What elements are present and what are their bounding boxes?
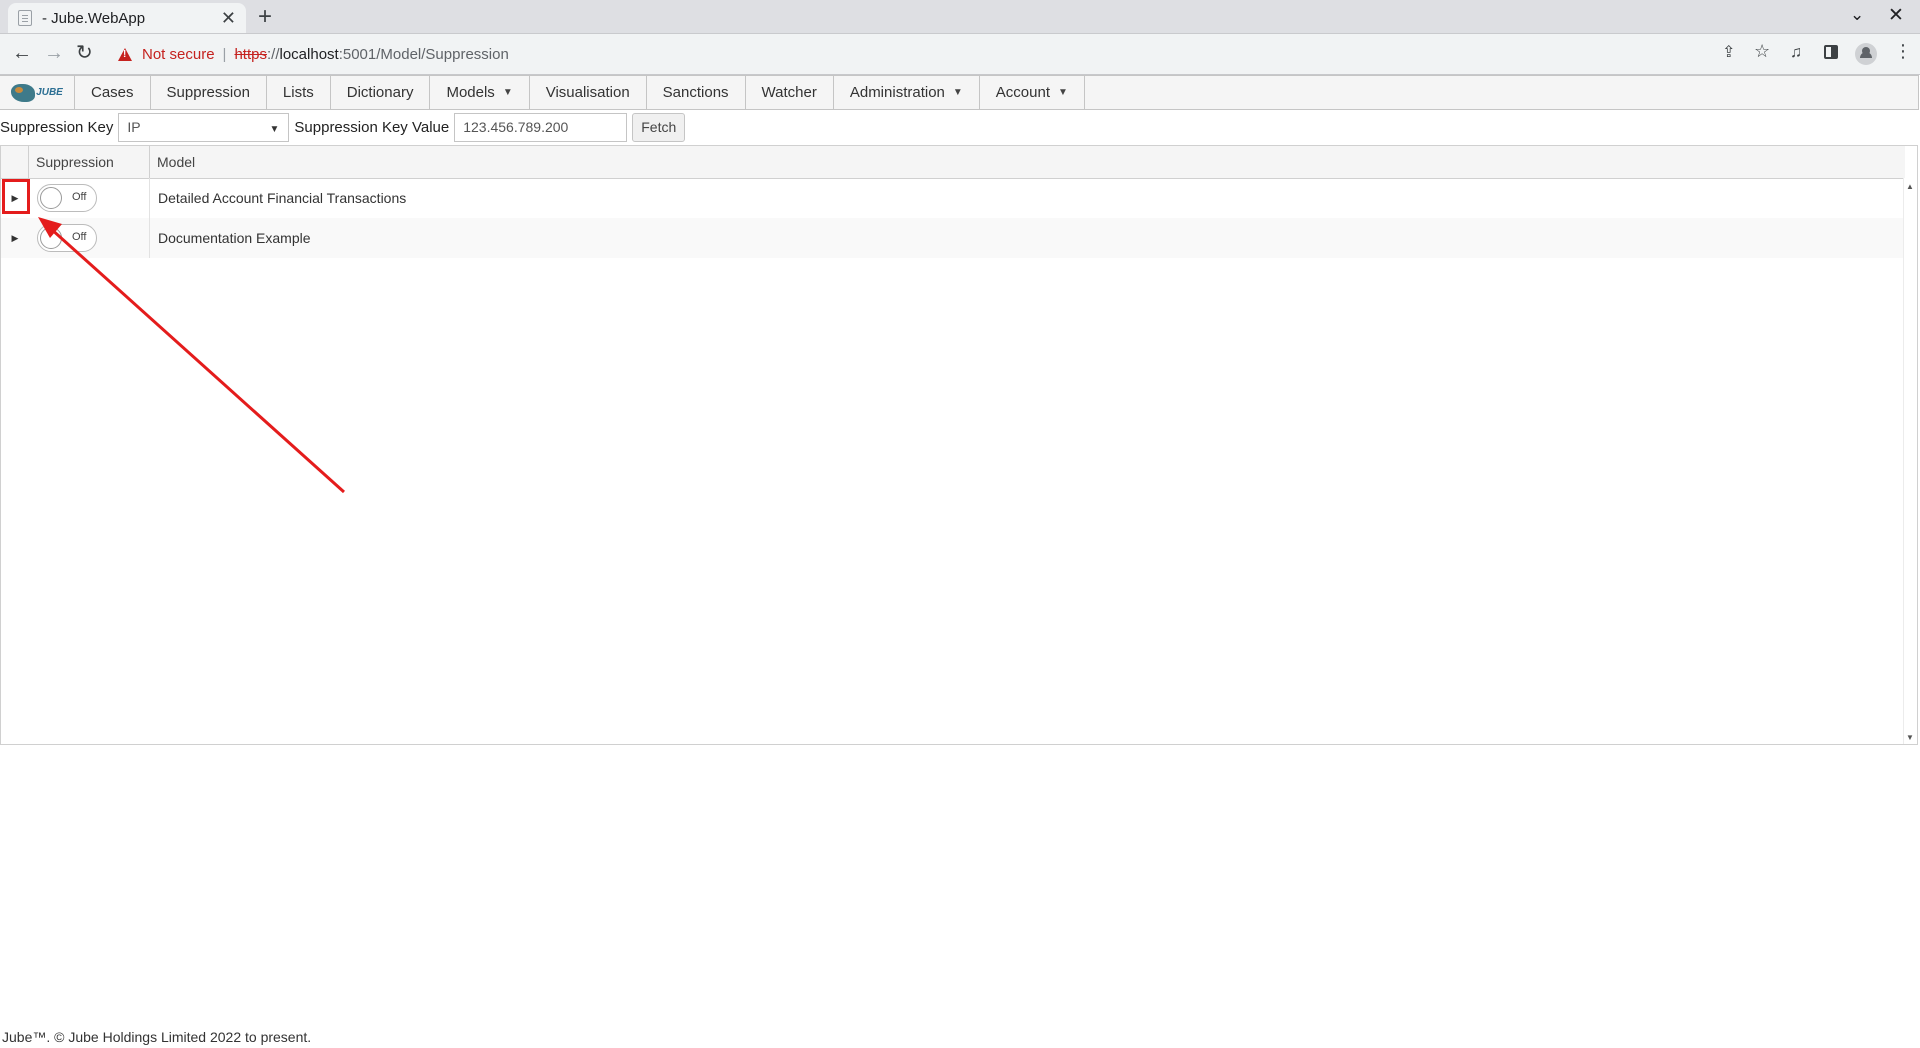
toggle-knob (40, 187, 62, 209)
menu-item-label: Administration (849, 84, 945, 101)
address-separator: | (222, 45, 227, 63)
menu-item-label: Watcher (761, 84, 817, 101)
share-icon[interactable]: ⇪ (1722, 44, 1735, 62)
menu-item-cases[interactable]: Cases (75, 76, 151, 109)
model-cell: Detailed Account Financial Transactions (158, 190, 407, 206)
column-header-model[interactable]: Model (150, 146, 1905, 178)
browser-tab-strip: - Jube.WebApp ✕ + ⌄ ✕ (0, 0, 1920, 34)
browser-tab[interactable]: - Jube.WebApp ✕ (8, 3, 246, 33)
back-arrow-icon[interactable]: ← (12, 42, 32, 64)
menu-item-label: Sanctions (662, 84, 729, 101)
annotation-highlight-box (2, 179, 30, 214)
menu-item-visualisation[interactable]: Visualisation (530, 76, 647, 109)
menu-item-label: Account (995, 84, 1050, 101)
menu-item-label: Lists (282, 84, 314, 101)
menu-item-models[interactable]: Models ▼ (430, 76, 530, 109)
toggle-knob (40, 227, 62, 249)
app-menu-bar: JUBE Cases Suppression Lists Dictionary Mode… (0, 75, 1919, 110)
logo-icon (11, 83, 36, 102)
scroll-down-icon[interactable]: ▼ (1906, 733, 1914, 742)
menu-item-suppression[interactable]: Suppression (151, 76, 267, 109)
bookmark-star-icon[interactable]: ☆ (1754, 42, 1770, 60)
suppression-grid: Suppression Model ▶ Off Detailed Account… (0, 145, 1918, 745)
menu-item-label: Dictionary (346, 84, 414, 101)
dropdown-caret-icon: ▼ (952, 87, 963, 98)
url-scheme: https (234, 45, 267, 63)
logo-text: JUBE (36, 87, 63, 98)
url-path: :5001/Model/Suppression (338, 45, 509, 63)
menu-item-label: Models (446, 84, 495, 101)
menu-item-label: Suppression (166, 84, 250, 101)
page-icon (18, 10, 32, 26)
security-status[interactable]: Not secure (142, 46, 215, 63)
expander-column-header (1, 146, 29, 178)
suppression-cell: Off (29, 178, 150, 218)
url-host: localhost (279, 45, 339, 63)
suppression-toggle[interactable]: Off (37, 184, 97, 212)
suppression-filter-bar: Suppression Key IP ▼ Suppression Key Val… (0, 111, 686, 143)
menu-item-account[interactable]: Account ▼ (980, 76, 1085, 109)
menu-item-label: Cases (91, 84, 134, 101)
table-row: ▶ Off Detailed Account Financial Transac… (1, 178, 1905, 218)
grid-header: Suppression Model (1, 146, 1905, 179)
toggle-state: Off (72, 191, 87, 203)
tab-close-icon[interactable]: ✕ (221, 8, 236, 29)
menu-item-lists[interactable]: Lists (267, 76, 331, 109)
row-expander[interactable]: ▶ (1, 218, 29, 258)
browser-toolbar: ← → ↻ Not secure | https :// localhost :… (0, 34, 1920, 75)
grid-scrollbar[interactable]: ▲ ▼ (1903, 178, 1917, 744)
page-footer: Jube™. © Jube Holdings Limited 2022 to p… (2, 1029, 312, 1045)
url-scheme-separator: :// (266, 45, 280, 63)
media-control-icon[interactable]: ♫ (1790, 44, 1802, 62)
new-tab-icon[interactable]: + (258, 4, 272, 30)
dropdown-caret-icon: ▼ (502, 87, 513, 98)
fetch-button[interactable]: Fetch (632, 112, 686, 142)
suppression-toggle[interactable]: Off (37, 224, 97, 252)
suppression-key-value-input[interactable] (454, 112, 628, 142)
profile-avatar-icon[interactable] (1855, 43, 1877, 65)
warning-icon (118, 47, 132, 61)
menu-item-label: Visualisation (545, 84, 630, 101)
menu-item-dictionary[interactable]: Dictionary (331, 76, 431, 109)
address-bar[interactable]: Not secure | https :// localhost :5001/M… (108, 39, 1722, 69)
menu-item-sanctions[interactable]: Sanctions (647, 76, 746, 109)
side-panel-icon[interactable] (1824, 45, 1838, 59)
column-header-suppression[interactable]: Suppression (29, 146, 150, 178)
browser-menu-icon[interactable]: ⋮ (1894, 42, 1912, 60)
window-close-icon[interactable]: ✕ (1888, 4, 1904, 27)
jube-logo[interactable]: JUBE (0, 76, 75, 109)
toggle-state: Off (72, 231, 87, 243)
dropdown-caret-icon: ▼ (269, 123, 280, 135)
dropdown-caret-icon: ▼ (1058, 87, 1068, 98)
suppression-cell: Off (29, 218, 150, 258)
suppression-key-value: IP (127, 119, 141, 135)
expand-arrow-icon: ▶ (11, 232, 19, 243)
menu-item-administration[interactable]: Administration ▼ (834, 76, 980, 109)
tab-search-chevron-icon[interactable]: ⌄ (1850, 5, 1864, 25)
tab-title: - Jube.WebApp (42, 9, 146, 27)
suppression-key-label: Suppression Key (0, 118, 114, 136)
reload-icon[interactable]: ↻ (76, 42, 93, 64)
suppression-key-select[interactable]: IP ▼ (118, 112, 290, 142)
suppression-key-value-label: Suppression Key Value (294, 118, 450, 136)
model-cell: Documentation Example (158, 230, 311, 246)
scroll-up-icon[interactable]: ▲ (1906, 182, 1914, 191)
forward-arrow-icon[interactable]: → (44, 42, 64, 64)
menu-item-watcher[interactable]: Watcher (746, 76, 834, 109)
table-row: ▶ Off Documentation Example (1, 218, 1905, 258)
